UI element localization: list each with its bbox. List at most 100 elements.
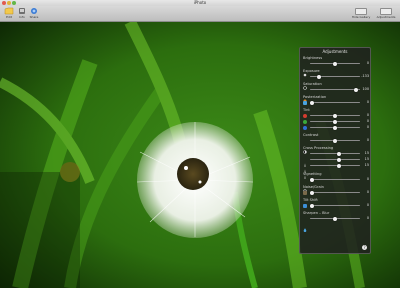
sharpen-blur-slider[interactable] [310, 216, 360, 221]
exposure-slider-row: -133 [303, 74, 369, 90]
brightness-knob[interactable] [333, 61, 337, 66]
blue-swatch-icon [303, 125, 307, 130]
vignetting-value: 0 [366, 177, 369, 181]
cross-3-knob[interactable] [337, 163, 341, 168]
help-button[interactable]: ? [362, 245, 367, 250]
grain-icon [303, 190, 307, 195]
adjustments-label: Adjustments [376, 15, 396, 19]
posterization-icon [303, 100, 307, 105]
tint-blue-slider-row: 0 [303, 125, 369, 130]
adjustments-button[interactable]: Adjustments [375, 8, 397, 20]
tilt-shift-value: 0 [366, 203, 369, 207]
brightness-value: 0 [366, 61, 369, 65]
tint-green-slider-row: 0 [303, 119, 369, 124]
posterization-value: 0 [366, 100, 369, 104]
sharpen-blur-value: 0 [366, 216, 369, 220]
cross-1-slider[interactable] [310, 151, 360, 156]
saturation-value: 100 [362, 87, 369, 91]
tint-blue-value: 0 [366, 125, 369, 129]
tilt-shift-knob[interactable] [310, 203, 314, 208]
cross-2-value: 15 [364, 157, 369, 161]
hide-gallery-icon [355, 8, 367, 15]
hide-gallery-label: Hide Gallery [351, 15, 371, 19]
red-swatch-icon [303, 113, 307, 118]
adjustments-icon [380, 8, 392, 15]
cross-2-knob[interactable] [337, 157, 341, 162]
tilt-shift-slider[interactable] [310, 203, 360, 208]
adjustments-panel: Adjustments Brightness 0 Exposure -133 S… [299, 47, 371, 254]
tilt-shift-label: Tilt Shift [303, 198, 318, 202]
vignetting-knob[interactable] [310, 177, 314, 182]
share-button-label: Share [29, 15, 39, 19]
noise-grain-label: Noise/Grain [303, 185, 324, 189]
cross-2-slider[interactable] [310, 157, 360, 162]
brightness-slider[interactable] [310, 61, 360, 66]
cross-3-slider[interactable] [310, 163, 360, 168]
saturation-slider[interactable] [310, 87, 360, 92]
tint-green-slider[interactable] [310, 119, 360, 124]
saturation-knob[interactable] [354, 87, 358, 92]
cross-2-slider-row: 15 [303, 157, 369, 173]
tint-red-value: 0 [366, 113, 369, 117]
edit-button[interactable]: Edit [2, 7, 16, 21]
cross-3-value: 15 [364, 163, 369, 167]
sun-icon [303, 62, 307, 76]
cross-processing-icon [303, 152, 307, 167]
posterization-slider-row: 0 [303, 100, 369, 105]
noise-grain-slider[interactable] [310, 190, 360, 195]
contrast-slider-row: 0 [303, 138, 369, 154]
toolbar: Edit Info Share Hide Gallery Adjustments [0, 6, 400, 22]
vignetting-label: Vignetting [303, 172, 322, 176]
brightness-slider-row: 0 [303, 61, 369, 76]
contrast-value: 0 [366, 138, 369, 142]
panel-title: Adjustments [322, 49, 348, 54]
contrast-slider[interactable] [310, 138, 360, 143]
vignette-icon [303, 178, 307, 193]
brightness-label: Brightness [303, 56, 323, 60]
tint-label: Tint [303, 108, 310, 112]
cross-1-knob[interactable] [337, 151, 341, 156]
exposure-slider[interactable] [310, 74, 360, 79]
green-swatch-icon [303, 119, 307, 124]
tilt-shift-icon [303, 203, 307, 208]
contrast-knob[interactable] [333, 138, 337, 143]
exposure-value: -133 [361, 74, 369, 78]
noise-grain-value: 0 [366, 190, 369, 194]
contrast-icon [303, 139, 307, 154]
noise-grain-slider-row: 0 [303, 190, 369, 195]
cross-1-value: 15 [364, 151, 369, 155]
noise-grain-knob[interactable] [310, 190, 314, 195]
vignetting-slider-row: 0 [303, 177, 369, 193]
cross-processing-icon-2 [303, 158, 307, 173]
cross-3-slider-row: 15 [303, 163, 369, 179]
exposure-knob[interactable] [317, 74, 321, 79]
edit-button-label: Edit [6, 15, 12, 19]
posterization-slider[interactable] [310, 100, 360, 105]
tint-red-knob[interactable] [333, 113, 337, 118]
info-icon [19, 8, 25, 14]
tint-red-slider-row: 0 [303, 113, 369, 118]
posterization-knob[interactable] [310, 100, 314, 105]
tint-green-value: 0 [366, 119, 369, 123]
tint-blue-knob[interactable] [333, 125, 337, 130]
vignetting-slider[interactable] [310, 177, 360, 182]
sharpen-blur-knob[interactable] [333, 216, 337, 221]
share-icon [31, 8, 37, 14]
saturation-label: Saturation [303, 82, 322, 86]
tint-green-knob[interactable] [333, 119, 337, 124]
tint-red-slider[interactable] [310, 113, 360, 118]
aperture-icon [303, 75, 307, 90]
cross-processing-label: Cross Processing [303, 146, 334, 150]
sharpen-blur-label: Sharpen – Blur [303, 211, 330, 215]
saturation-icon [303, 88, 307, 102]
edit-icon [4, 7, 14, 15]
hide-gallery-button[interactable]: Hide Gallery [350, 8, 372, 20]
posterization-label: Posterization [303, 95, 327, 99]
tilt-shift-slider-row: 0 [303, 203, 369, 208]
sharpen-blur-slider-row: 0 [303, 216, 369, 232]
saturation-slider-row: 100 [303, 87, 369, 102]
exposure-label: Exposure [303, 69, 320, 73]
contrast-label: Contrast [303, 133, 319, 137]
share-button[interactable]: Share [27, 7, 41, 21]
tint-blue-slider[interactable] [310, 125, 360, 130]
